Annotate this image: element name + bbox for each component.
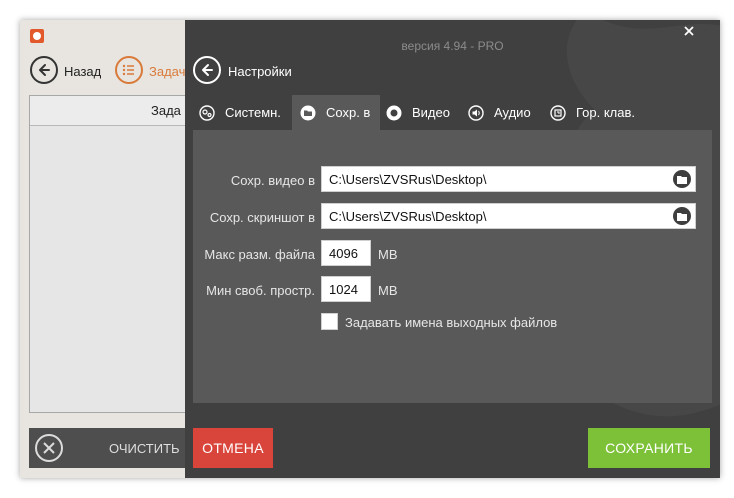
tab-system-label: Системн. bbox=[225, 105, 281, 120]
browse-folder-icon[interactable] bbox=[673, 207, 691, 225]
tasks-button-label[interactable]: Задач bbox=[149, 64, 185, 79]
save-screenshot-label: Сохр. скриншот в bbox=[209, 210, 315, 225]
settings-dialog: версия 4.94 - PRO Настройки Системн. Сох… bbox=[185, 20, 720, 478]
min-free-space-field[interactable] bbox=[321, 276, 371, 302]
tab-save-to[interactable]: Сохр. в bbox=[292, 95, 380, 130]
min-free-space-input[interactable] bbox=[322, 277, 370, 301]
tab-system[interactable]: Системн. bbox=[199, 95, 281, 130]
save-video-field[interactable] bbox=[321, 166, 696, 192]
folder-icon bbox=[300, 105, 316, 121]
settings-back-icon[interactable] bbox=[193, 56, 221, 84]
max-file-size-unit: MB bbox=[378, 247, 398, 262]
tasks-list-icon[interactable] bbox=[115, 56, 143, 84]
gears-icon bbox=[199, 104, 215, 121]
close-icon[interactable] bbox=[682, 24, 696, 38]
save-settings-panel: Сохр. видео в Сохр. скриншот в Макс разм… bbox=[193, 130, 712, 403]
tab-save-to-label: Сохр. в bbox=[326, 105, 371, 120]
min-free-space-label: Мин своб. простр. bbox=[206, 283, 315, 298]
save-screenshot-input[interactable] bbox=[322, 204, 662, 228]
speaker-icon bbox=[468, 104, 484, 121]
tab-video-label: Видео bbox=[412, 105, 450, 120]
custom-names-label[interactable]: Задавать имена выходных файлов bbox=[345, 315, 557, 330]
settings-title: Настройки bbox=[228, 64, 292, 79]
save-video-input[interactable] bbox=[322, 167, 662, 191]
background-window: Назад Задач Зада ОЧИСТИТЬ bbox=[20, 20, 189, 478]
clear-bar: ОЧИСТИТЬ bbox=[29, 428, 189, 468]
tasks-column-header: Зада bbox=[30, 96, 188, 126]
browse-folder-icon[interactable] bbox=[673, 170, 691, 188]
custom-names-checkbox[interactable] bbox=[321, 313, 338, 330]
version-label: версия 4.94 - PRO bbox=[401, 39, 504, 53]
max-file-size-label: Макс разм. файла bbox=[204, 247, 315, 262]
tab-audio-label: Аудио bbox=[494, 105, 531, 120]
tab-hotkeys[interactable]: Гор. клав. bbox=[550, 95, 635, 130]
app-logo-icon bbox=[30, 29, 44, 43]
save-screenshot-field[interactable] bbox=[321, 203, 696, 229]
app-window: Назад Задач Зада ОЧИСТИТЬ версия 4.94 - … bbox=[20, 20, 720, 478]
back-button-label[interactable]: Назад bbox=[64, 64, 101, 79]
max-file-size-field[interactable] bbox=[321, 240, 371, 266]
cancel-button[interactable]: ОТМЕНА bbox=[193, 428, 273, 468]
tasks-panel: Зада bbox=[29, 95, 189, 413]
clear-x-icon[interactable] bbox=[35, 434, 63, 462]
min-free-space-unit: MB bbox=[378, 283, 398, 298]
keyboard-icon bbox=[550, 104, 566, 121]
save-button[interactable]: СОХРАНИТЬ bbox=[588, 428, 710, 468]
record-icon bbox=[386, 105, 402, 121]
tab-video[interactable]: Видео bbox=[386, 95, 450, 130]
tab-hotkeys-label: Гор. клав. bbox=[576, 105, 636, 120]
clear-button[interactable]: ОЧИСТИТЬ bbox=[109, 441, 180, 456]
save-video-label: Сохр. видео в bbox=[230, 173, 315, 188]
max-file-size-input[interactable] bbox=[322, 241, 370, 265]
back-arrow-icon[interactable] bbox=[30, 56, 58, 84]
tab-audio[interactable]: Аудио bbox=[468, 95, 531, 130]
